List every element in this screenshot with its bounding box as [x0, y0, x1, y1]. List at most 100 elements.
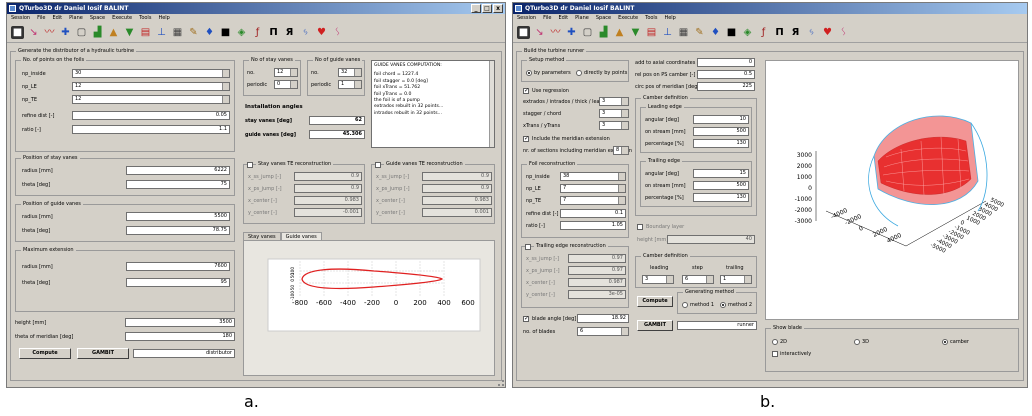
- menu-file[interactable]: File: [543, 14, 551, 23]
- mountain-icon[interactable]: ▲: [613, 26, 626, 39]
- layers-icon[interactable]: ▤: [139, 26, 152, 39]
- log-scrollbar[interactable]: [489, 61, 494, 147]
- surface-icon[interactable]: ▼: [123, 26, 136, 39]
- stay-radius-input[interactable]: 6222: [126, 166, 230, 175]
- le-row-input[interactable]: 130: [693, 139, 749, 148]
- menu-session[interactable]: Session: [517, 14, 536, 23]
- file-icon[interactable]: ▦: [171, 26, 184, 39]
- reg-row-spinbox[interactable]: 3: [599, 121, 629, 130]
- heart-icon[interactable]: ♥: [315, 26, 328, 39]
- bl-height-input[interactable]: 40: [667, 235, 755, 244]
- le-row-input[interactable]: 500: [693, 127, 749, 136]
- te-row-input[interactable]: 0.97: [568, 266, 626, 275]
- move-icon[interactable]: ✚: [59, 26, 72, 39]
- close-button[interactable]: x: [493, 4, 503, 13]
- file-icon[interactable]: ▦: [677, 26, 690, 39]
- menu-plane[interactable]: Plane: [575, 14, 589, 23]
- method2-radio[interactable]: [720, 302, 726, 308]
- move-icon[interactable]: ✚: [565, 26, 578, 39]
- show-camber-radio[interactable]: [942, 339, 948, 345]
- te-row-input[interactable]: 0.001: [422, 208, 492, 217]
- by-points-radio[interactable]: [576, 70, 582, 76]
- te-row-input[interactable]: 0.9: [422, 184, 492, 193]
- compute-button[interactable]: Compute: [637, 296, 673, 307]
- menu-plane[interactable]: Plane: [69, 14, 83, 23]
- cursor-icon[interactable]: ᛊ: [331, 26, 344, 39]
- theta-meridian-input[interactable]: 180: [125, 332, 235, 341]
- palette-icon[interactable]: ■: [725, 26, 738, 39]
- menu-edit[interactable]: Edit: [52, 14, 62, 23]
- box-icon[interactable]: ▢: [581, 26, 594, 39]
- stay-angle-input[interactable]: 62: [309, 116, 365, 125]
- text-icon[interactable]: Π: [773, 26, 786, 39]
- runner-icon[interactable]: ᛃ: [299, 26, 312, 39]
- brush-icon[interactable]: ♦: [709, 26, 722, 39]
- menu-edit[interactable]: Edit: [558, 14, 568, 23]
- heart-icon[interactable]: ♥: [821, 26, 834, 39]
- text-icon[interactable]: Π: [267, 26, 280, 39]
- te-row-input[interactable]: 0.983: [422, 196, 492, 205]
- cursor-icon[interactable]: ᛊ: [837, 26, 850, 39]
- max-theta-input[interactable]: 95: [126, 278, 230, 287]
- np-le-spinbox[interactable]: 7: [560, 184, 626, 193]
- blade-angle-input[interactable]: 18.92: [577, 314, 629, 323]
- select-icon[interactable]: ↘: [533, 26, 546, 39]
- stay-te-checkbox[interactable]: [247, 162, 253, 168]
- np-le-spinbox[interactable]: 12: [72, 82, 230, 91]
- compute-button[interactable]: Compute: [19, 348, 71, 359]
- add-axial-input[interactable]: 0: [697, 58, 755, 67]
- gambit-button[interactable]: GAMBIT: [77, 348, 129, 359]
- box-icon[interactable]: ▢: [75, 26, 88, 39]
- sections-spinbox[interactable]: 8: [613, 146, 629, 155]
- select-icon[interactable]: ↘: [27, 26, 40, 39]
- te-def-input[interactable]: 15: [693, 169, 749, 178]
- menu-space[interactable]: Space: [90, 14, 105, 23]
- np-inside-spinbox[interactable]: 30: [72, 69, 230, 78]
- te-def-input[interactable]: 130: [693, 193, 749, 202]
- show-2d-radio[interactable]: [772, 339, 778, 345]
- chart-icon[interactable]: ▟: [91, 26, 104, 39]
- rel-pos-input[interactable]: 0.5: [697, 70, 755, 79]
- menu-space[interactable]: Space: [596, 14, 611, 23]
- brush-icon[interactable]: ♦: [203, 26, 216, 39]
- reg-row-spinbox[interactable]: 3: [599, 97, 629, 106]
- table-icon[interactable]: ◈: [741, 26, 754, 39]
- le-row-input[interactable]: 10: [693, 115, 749, 124]
- blades-spinbox[interactable]: 6: [577, 327, 629, 336]
- reg-row-spinbox[interactable]: 3: [599, 109, 629, 118]
- guide-theta-input[interactable]: 78.75: [126, 226, 230, 235]
- mirror-icon[interactable]: Я: [789, 26, 802, 39]
- height-input[interactable]: 3500: [125, 318, 235, 327]
- guide-no-spinbox[interactable]: 32: [338, 68, 362, 77]
- stay-no-spinbox[interactable]: 12: [274, 68, 298, 77]
- gambit-button[interactable]: GAMBIT: [637, 320, 673, 331]
- surface-icon[interactable]: ▼: [629, 26, 642, 39]
- minimize-button[interactable]: _: [471, 4, 481, 13]
- np-te-spinbox[interactable]: 7: [560, 196, 626, 205]
- mountain-icon[interactable]: ▲: [107, 26, 120, 39]
- interactively-checkbox[interactable]: [772, 351, 778, 357]
- pen-icon[interactable]: ✎: [693, 26, 706, 39]
- leading-spinbox[interactable]: 3: [642, 275, 674, 284]
- menu-help[interactable]: Help: [664, 14, 675, 23]
- stay-theta-input[interactable]: 75: [126, 180, 230, 189]
- palette-icon[interactable]: ■: [219, 26, 232, 39]
- meridian-extension-checkbox[interactable]: ✓: [523, 136, 529, 142]
- circ-pos-input[interactable]: 225: [697, 82, 755, 91]
- output-name-input[interactable]: distributor: [133, 349, 235, 358]
- max-radius-input[interactable]: 7600: [126, 262, 230, 271]
- curve-icon[interactable]: 〰: [43, 26, 56, 39]
- te-row-input[interactable]: 0.9: [294, 172, 362, 181]
- ratio-input[interactable]: 1.05: [560, 221, 626, 230]
- flag-icon[interactable]: ⊥: [661, 26, 674, 39]
- menu-tools[interactable]: Tools: [645, 14, 657, 23]
- te-row-input[interactable]: 0.983: [294, 196, 362, 205]
- show-3d-radio[interactable]: [854, 339, 860, 345]
- mirror-icon[interactable]: Я: [283, 26, 296, 39]
- refine-input[interactable]: 0.05: [72, 111, 230, 120]
- maximize-button[interactable]: □: [482, 4, 492, 13]
- resize-grip[interactable]: [498, 380, 504, 386]
- guide-te-checkbox[interactable]: [375, 162, 381, 168]
- runner-3d-view[interactable]: 3000 2000 1000 0 -1000 -2000 -3000 -4000 -2000 0…: [765, 60, 1019, 320]
- ratio-input[interactable]: 1.1: [72, 125, 230, 134]
